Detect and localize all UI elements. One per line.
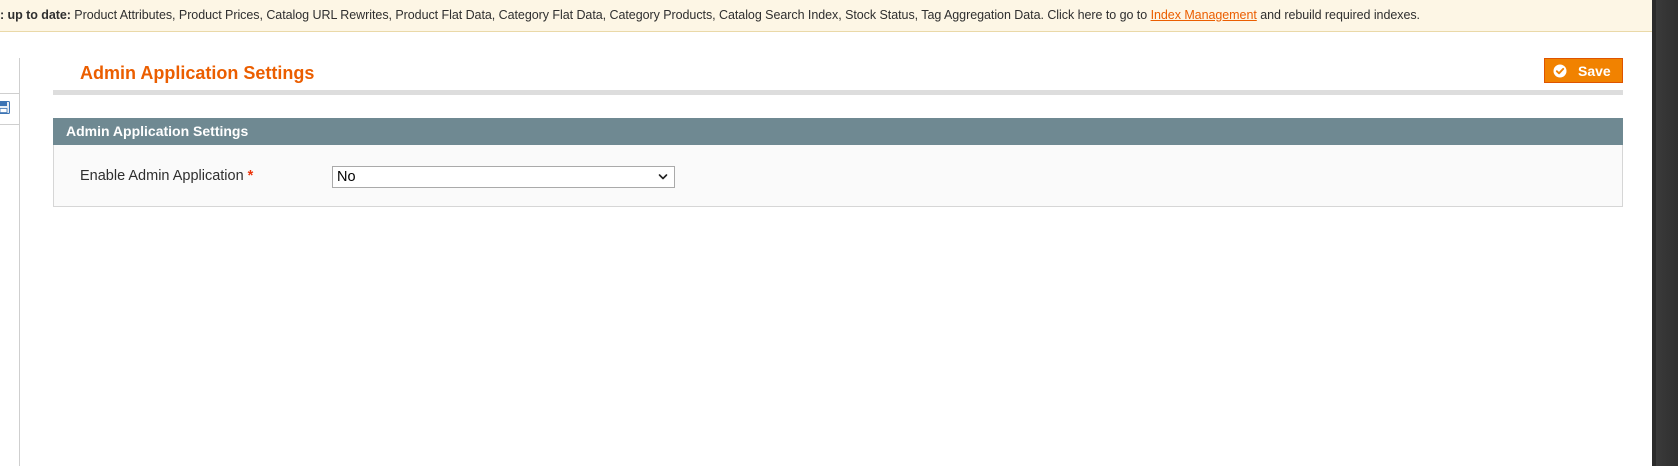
index-management-link[interactable]: Index Management (1151, 8, 1257, 22)
check-circle-icon (1553, 64, 1567, 78)
index-notice-bar: : up to date: Product Attributes, Produc… (0, 0, 1652, 32)
page-title: Admin Application Settings (80, 63, 315, 83)
floppy-disk-icon[interactable] (0, 101, 10, 114)
title-divider (53, 90, 1623, 95)
notice-message: Product Attributes, Product Prices, Cata… (70, 8, 1151, 22)
required-marker: * (247, 168, 254, 184)
enable-admin-application-label: Enable Admin Application * (80, 168, 253, 184)
notice-prefix: : up to date: (0, 8, 71, 22)
left-panel-tab (0, 58, 20, 94)
index-notice-text: : up to date: Product Attributes, Produc… (0, 8, 1420, 22)
right-window-edge-shade (1656, 0, 1678, 466)
save-button-label: Save (1578, 63, 1611, 79)
left-side-panel (0, 58, 20, 466)
section-header[interactable]: Admin Application Settings (53, 118, 1623, 145)
select-value: No (337, 169, 356, 185)
section-body: Enable Admin Application * No (53, 145, 1623, 207)
enable-admin-application-select[interactable]: No (332, 166, 675, 188)
save-button[interactable]: Save (1544, 58, 1623, 83)
chevron-down-icon (658, 174, 668, 180)
field-label-text: Enable Admin Application (80, 168, 244, 184)
notice-suffix: and rebuild required indexes. (1256, 8, 1420, 22)
left-panel-divider (0, 124, 20, 125)
